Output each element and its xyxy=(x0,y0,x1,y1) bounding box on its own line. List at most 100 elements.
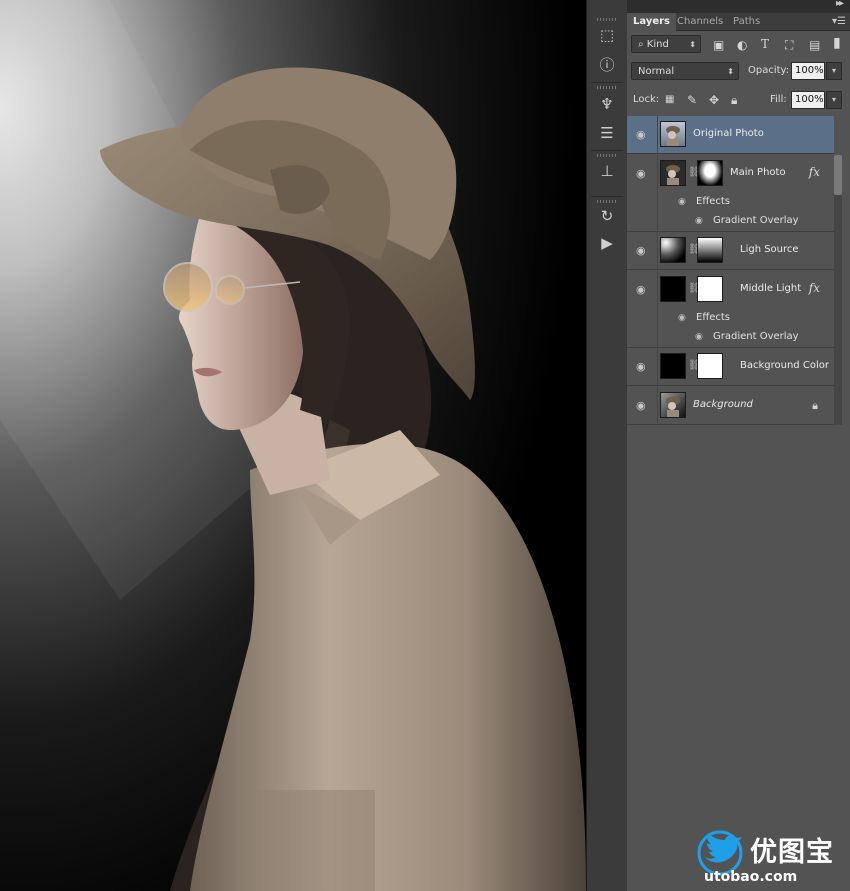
watermark-title: 优图宝 xyxy=(750,837,834,868)
layer-name[interactable]: Ligh Source xyxy=(740,244,799,255)
lock-all-icon[interactable]: 🔒︎ xyxy=(731,93,737,107)
blend-mode-value: Normal xyxy=(638,66,675,77)
filter-kind-label: Kind xyxy=(646,39,669,50)
chevron-updown-icon: ⬍ xyxy=(689,40,696,49)
filter-shape-icon[interactable]: ⛶ xyxy=(785,38,793,52)
document-canvas[interactable] xyxy=(0,0,586,891)
layer-thumbnail xyxy=(660,276,686,302)
layer-effects-fx-icon[interactable]: fx xyxy=(809,165,820,179)
blend-mode-select[interactable]: Normal ⬍ xyxy=(631,62,739,80)
tab-channels[interactable]: Channels xyxy=(671,13,729,30)
mask-link-icon[interactable]: ⛓ xyxy=(688,167,701,178)
layer-row-main-photo[interactable]: ◉ ⛓ Main Photo fx ◉ Effects ◉ Gradient O… xyxy=(627,155,834,232)
info-icon[interactable]: ⓘ xyxy=(595,53,619,75)
layer-list: ◉ Original Photo ◉ ⛓ Main Photo fx ◉ Eff… xyxy=(627,116,834,438)
layer-thumbnail xyxy=(660,237,686,263)
lock-label: Lock: xyxy=(633,94,660,105)
cube-3d-icon[interactable]: ⬚ xyxy=(595,24,619,46)
effect-visibility-eye-icon[interactable]: ◉ xyxy=(695,216,703,226)
fill-dropdown-button[interactable]: ▾ xyxy=(826,91,842,109)
layer-row-background-color[interactable]: ◉ ⛓ Background Color xyxy=(627,348,834,386)
divider xyxy=(591,150,623,151)
grip-handle[interactable] xyxy=(597,200,617,203)
layer-row-ligh-source[interactable]: ◉ ⛓ Ligh Source xyxy=(627,232,834,270)
opacity-label: Opacity: xyxy=(748,65,790,76)
filter-row: ⌕ Kind ⬍ ▣ ◐ T ⛶ ▤ ▮ xyxy=(627,35,850,55)
layer-name[interactable]: Original Photo xyxy=(693,128,764,139)
history-icon[interactable]: ↻ xyxy=(595,205,619,227)
actions-play-icon[interactable]: ▶ xyxy=(595,232,619,254)
filter-kind-select[interactable]: ⌕ Kind ⬍ xyxy=(631,35,701,53)
layer-row-original-photo[interactable]: ◉ Original Photo xyxy=(627,116,834,154)
effect-visibility-eye-icon[interactable]: ◉ xyxy=(695,332,703,342)
blend-row: Normal ⬍ Opacity: 100% ▾ xyxy=(627,62,850,82)
portrait-thumbnail-art xyxy=(666,165,680,185)
layer-mask-thumbnail xyxy=(697,160,723,186)
adjustments-sliders-icon[interactable]: ☰ xyxy=(595,122,619,144)
filter-toggle-icon[interactable]: ▮ xyxy=(833,36,841,50)
divider xyxy=(591,196,623,197)
layer-thumbnail xyxy=(660,392,686,418)
layer-name[interactable]: Background xyxy=(693,399,753,410)
effects-visibility-eye-icon[interactable]: ◉ xyxy=(678,313,686,323)
layers-panel: Layers Channels Paths ▾☰ ⌕ Kind ⬍ ▣ ◐ T … xyxy=(627,13,850,891)
mask-link-icon[interactable]: ⛓ xyxy=(688,283,701,294)
filter-smart-object-icon[interactable]: ▤ xyxy=(809,38,820,52)
layer-name[interactable]: Main Photo xyxy=(730,167,786,178)
chevron-updown-icon: ⬍ xyxy=(727,67,734,76)
watermark: 优图宝 utobao.com xyxy=(692,830,850,891)
layer-thumbnail xyxy=(660,160,686,186)
fill-label: Fill: xyxy=(770,94,787,105)
search-icon: ⌕ xyxy=(638,39,647,50)
lock-image-pixels-icon[interactable]: ✎ xyxy=(687,93,697,107)
layer-thumbnail xyxy=(660,353,686,379)
lock-row: Lock: ▦ ✎ ✥ 🔒︎ Fill: 100% ▾ xyxy=(627,90,850,110)
grip-handle[interactable] xyxy=(597,154,617,157)
portrait-thumbnail-art xyxy=(666,126,680,146)
layer-locked-icon: 🔒︎ xyxy=(812,399,818,412)
clone-source-icon[interactable]: ⊥ xyxy=(595,160,619,182)
layer-row-background[interactable]: ◉ Background 🔒︎ xyxy=(627,387,834,425)
tab-layers[interactable]: Layers xyxy=(627,13,676,31)
visibility-eye-icon[interactable]: ◉ xyxy=(636,244,650,257)
effects-label: Effects xyxy=(696,196,730,207)
visibility-eye-icon[interactable]: ◉ xyxy=(636,399,650,412)
panel-icon-strip: ⬚ ⓘ ♆ ☰ ⊥ ↻ ▶ xyxy=(586,0,628,891)
mask-link-icon[interactable]: ⛓ xyxy=(688,244,701,255)
portrait-thumbnail-art xyxy=(666,397,680,417)
effects-visibility-eye-icon[interactable]: ◉ xyxy=(678,197,686,207)
layer-effects-fx-icon[interactable]: fx xyxy=(809,281,820,295)
layer-name[interactable]: Middle Light xyxy=(740,283,801,294)
layer-mask-thumbnail xyxy=(697,276,723,302)
layer-row-middle-light[interactable]: ◉ ⛓ Middle Light fx ◉ Effects ◉ Gradient… xyxy=(627,271,834,348)
watermark-url: utobao.com xyxy=(704,869,798,885)
brush-presets-icon[interactable]: ♆ xyxy=(595,93,619,115)
fill-input[interactable]: 100% xyxy=(791,91,825,109)
effect-gradient-overlay[interactable]: Gradient Overlay xyxy=(713,211,799,230)
layer-mask-thumbnail xyxy=(697,353,723,379)
opacity-dropdown-button[interactable]: ▾ xyxy=(826,62,842,80)
visibility-eye-icon[interactable]: ◉ xyxy=(636,283,650,296)
grip-handle[interactable] xyxy=(597,18,617,21)
filter-adjustment-icon[interactable]: ◐ xyxy=(737,38,747,52)
photo-artwork xyxy=(0,0,586,891)
visibility-eye-icon[interactable]: ◉ xyxy=(636,167,650,180)
layer-name[interactable]: Background Color xyxy=(740,360,829,371)
layers-scrollbar[interactable] xyxy=(834,155,842,425)
scrollbar-thumb[interactable] xyxy=(834,155,842,195)
layer-mask-thumbnail xyxy=(697,237,723,263)
visibility-eye-icon[interactable]: ◉ xyxy=(636,360,650,373)
tab-paths[interactable]: Paths xyxy=(727,13,766,30)
lock-transparent-pixels-icon[interactable]: ▦ xyxy=(665,93,674,107)
filter-type-icon[interactable]: T xyxy=(761,37,769,51)
panel-menu-icon[interactable]: ▾☰ xyxy=(832,13,846,30)
visibility-eye-icon[interactable]: ◉ xyxy=(636,128,650,141)
effect-gradient-overlay[interactable]: Gradient Overlay xyxy=(713,327,799,346)
lock-position-icon[interactable]: ✥ xyxy=(709,93,719,107)
effects-label: Effects xyxy=(696,312,730,323)
mask-link-icon[interactable]: ⛓ xyxy=(688,360,701,371)
opacity-input[interactable]: 100% xyxy=(791,62,825,80)
filter-pixel-icon[interactable]: ▣ xyxy=(713,38,724,52)
grip-handle[interactable] xyxy=(597,86,617,89)
expand-right-icon[interactable]: ▸▸ xyxy=(836,0,844,9)
